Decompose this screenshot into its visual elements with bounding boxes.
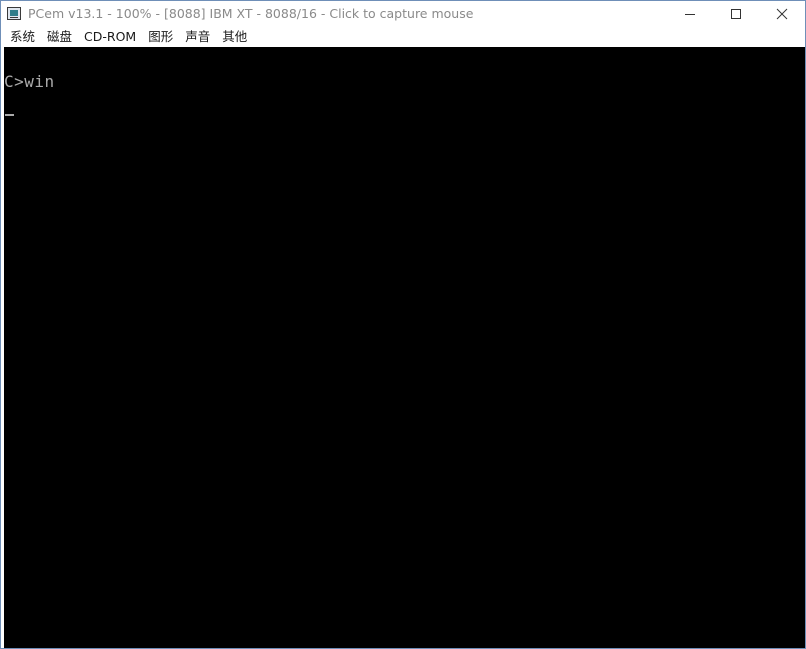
close-button[interactable] <box>759 1 805 27</box>
pcem-monitor-icon[interactable] <box>7 7 21 20</box>
menu-system[interactable]: 系统 <box>1 27 41 46</box>
menu-cdrom[interactable]: CD-ROM <box>78 27 142 46</box>
menu-graphics[interactable]: 图形 <box>142 27 179 46</box>
maximize-icon <box>731 9 741 19</box>
monitor-screen-shape <box>10 10 18 16</box>
title-bar[interactable]: PCem v13.1 - 100% - [8088] IBM XT - 8088… <box>1 1 805 27</box>
dos-prompt-line: C>win <box>4 72 55 91</box>
text-cursor <box>5 114 14 116</box>
minimize-button[interactable] <box>667 1 713 27</box>
menu-other[interactable]: 其他 <box>216 27 253 46</box>
close-icon <box>776 8 788 20</box>
emulator-screen[interactable]: C>win <box>4 47 805 648</box>
window-title: PCem v13.1 - 100% - [8088] IBM XT - 8088… <box>28 6 474 21</box>
maximize-button[interactable] <box>713 1 759 27</box>
menu-sound[interactable]: 声音 <box>179 27 216 46</box>
menu-bar: 系统 磁盘 CD-ROM 图形 声音 其他 <box>1 27 805 46</box>
minimize-icon <box>685 14 695 15</box>
pcem-window: PCem v13.1 - 100% - [8088] IBM XT - 8088… <box>0 0 806 649</box>
menu-disk[interactable]: 磁盘 <box>41 27 78 46</box>
monitor-base-shape <box>10 17 18 18</box>
